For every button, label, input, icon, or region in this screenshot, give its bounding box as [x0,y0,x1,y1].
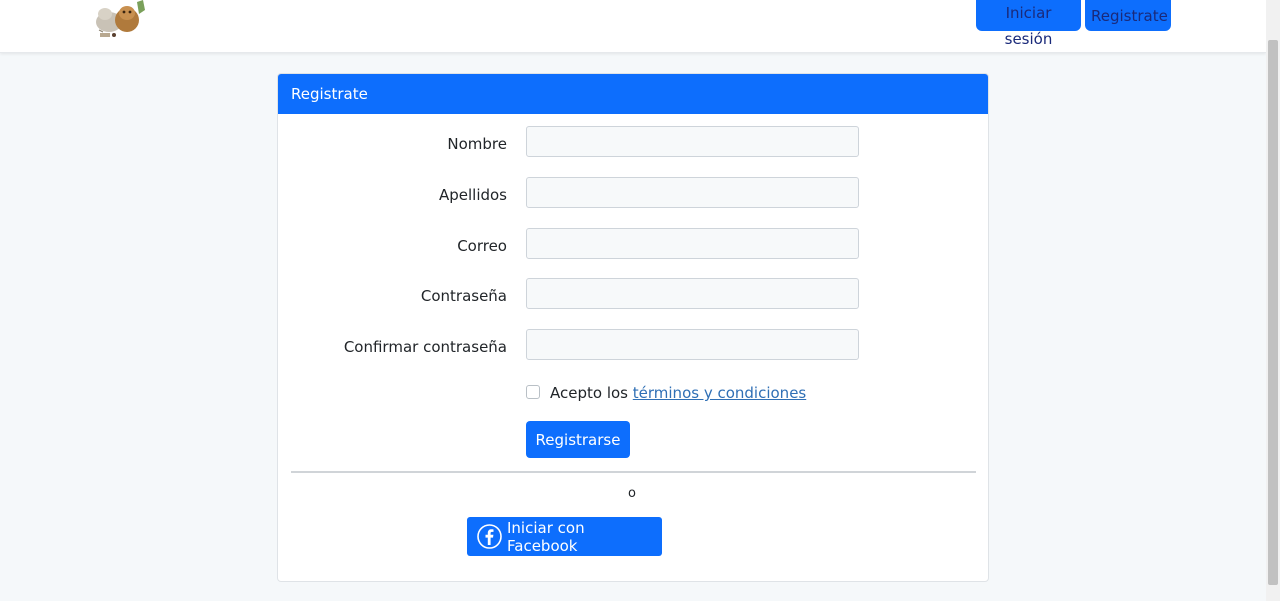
password-row: Contraseña [278,278,988,310]
surname-row: Apellidos [278,177,988,209]
top-navbar: Iniciar sesión Registrate [0,0,1266,53]
scrollbar-thumb[interactable] [1268,40,1278,585]
surname-input[interactable] [526,177,859,208]
name-input[interactable] [526,126,859,157]
register-submit-button[interactable]: Registrarse [526,421,630,458]
register-nav-button[interactable]: Registrate [1085,0,1171,31]
card-title: Registrate [278,74,988,114]
confirm-password-label: Confirmar contraseña [343,338,507,356]
name-row: Nombre [278,126,988,158]
terms-checkbox[interactable] [526,385,540,399]
divider [291,471,976,473]
confirm-password-row: Confirmar contraseña [278,329,988,361]
password-input[interactable] [526,278,859,309]
logo-image[interactable] [93,0,149,42]
surname-label: Apellidos [438,186,507,204]
terms-text: Acepto los términos y condiciones [550,383,806,403]
confirm-password-input[interactable] [526,329,859,360]
terms-link[interactable]: términos y condiciones [633,384,806,402]
terms-prefix: Acepto los [550,384,628,402]
password-label: Contraseña [420,287,507,305]
or-separator: o [628,486,636,501]
email-label: Correo [457,237,507,255]
page-scrollbar[interactable] [1266,0,1280,601]
facebook-icon [477,524,502,549]
email-input[interactable] [526,228,859,259]
register-card: Registrate Nombre Apellidos Correo Contr… [277,73,989,582]
login-nav-button[interactable]: Iniciar sesión [976,0,1081,48]
facebook-login-button[interactable]: Iniciar con Facebook [467,517,662,556]
facebook-login-label: Iniciar con Facebook [507,518,585,555]
email-row: Correo [278,228,988,260]
name-label: Nombre [447,135,507,153]
